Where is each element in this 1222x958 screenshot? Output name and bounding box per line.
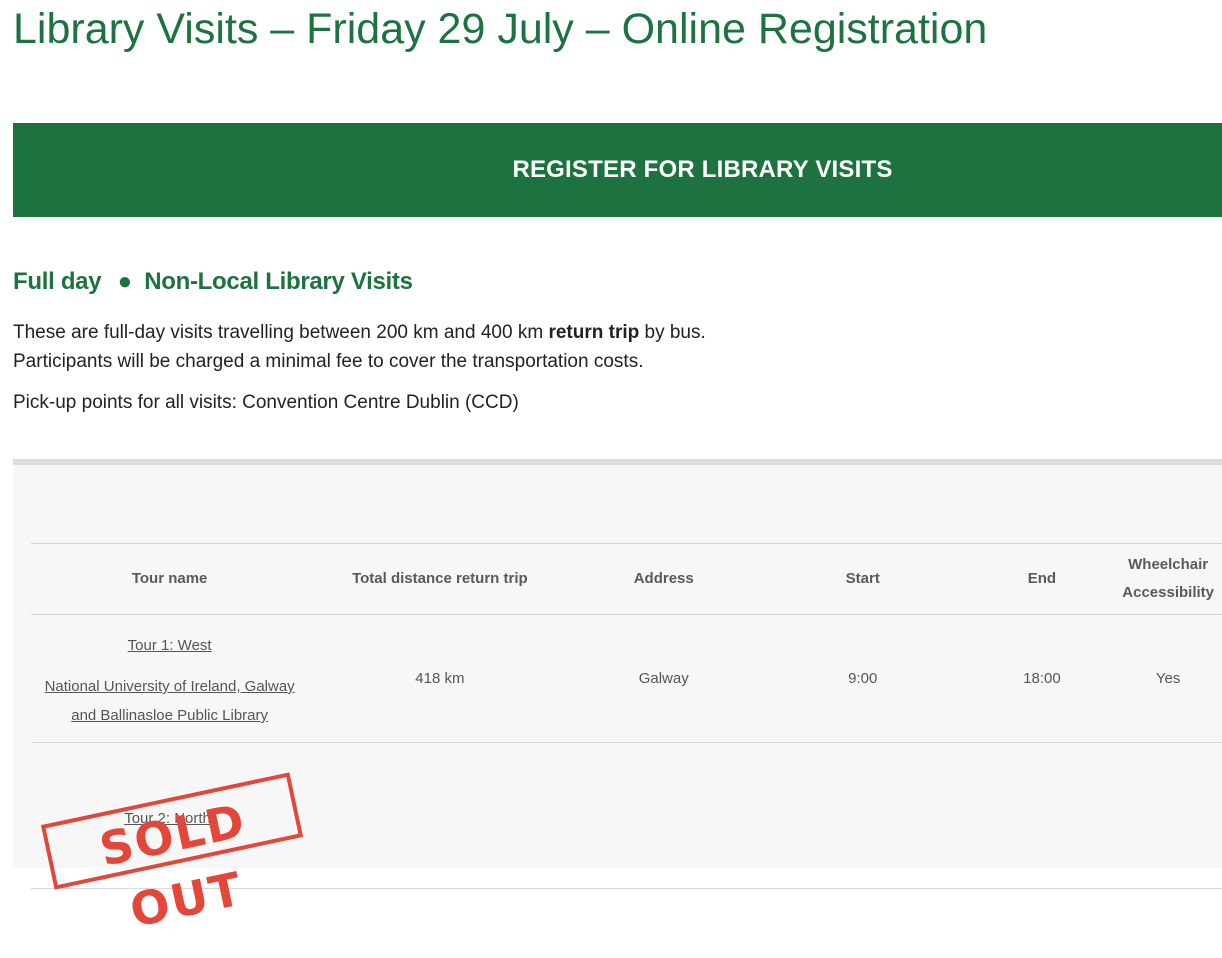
tour-name-cell: Tour 2: North: SOLD OUT	[31, 742, 309, 938]
address-cell: Galway	[571, 614, 756, 743]
intro-text-end: by bus.	[639, 322, 706, 343]
header-tour-name: Tour name	[31, 543, 309, 615]
wheelchair-cell: Yes	[1114, 614, 1222, 743]
table-row: Tour 1: West National University of Irel…	[31, 614, 1222, 743]
header-distance: Total distance return trip	[308, 543, 572, 615]
header-wheelchair-line2: Accessibility	[1122, 584, 1214, 601]
end-cell: 18:00	[969, 614, 1115, 743]
end-cell	[969, 742, 1115, 889]
pickup-info: Pick-up points for all visits: Conventio…	[13, 392, 519, 413]
tour-1-description-link-line1[interactable]: National University of Ireland, Galway	[45, 678, 295, 695]
section-heading-part1: Full day	[13, 268, 102, 295]
distance-cell	[308, 742, 572, 889]
bullet-separator: ●	[117, 268, 133, 295]
intro-text-start: These are full-day visits travelling bet…	[13, 322, 549, 343]
tour-1-description-link-line2[interactable]: and Ballinasloe Public Library	[71, 707, 268, 724]
register-button-label: REGISTER FOR LIBRARY VISITS	[512, 156, 893, 183]
table-header-row: Tour name Total distance return trip Add…	[31, 543, 1222, 615]
page-title: Library Visits – Friday 29 July – Online…	[13, 5, 988, 53]
tours-table-panel: Tour name Total distance return trip Add…	[13, 459, 1222, 938]
header-wheelchair-line1: Wheelchair	[1128, 556, 1209, 573]
sold-out-stamp: SOLD OUT	[40, 772, 304, 938]
header-address: Address	[571, 543, 756, 615]
distance-cell: 418 km	[308, 614, 572, 743]
register-library-visits-button[interactable]: REGISTER FOR LIBRARY VISITS	[13, 123, 1222, 217]
intro-text-bold: return trip	[548, 322, 640, 343]
address-cell	[571, 742, 756, 889]
header-start: Start	[755, 543, 970, 615]
tour-1-link[interactable]: Tour 1: West	[39, 631, 300, 660]
wheelchair-cell	[1114, 742, 1222, 889]
table-row: Tour 2: North: SOLD OUT	[31, 742, 1222, 938]
tours-table: Tour name Total distance return trip Add…	[31, 543, 1222, 938]
section-heading-part2: Non-Local Library Visits	[144, 268, 413, 295]
intro-paragraph: These are full-day visits travelling bet…	[13, 318, 706, 376]
header-end: End	[969, 543, 1115, 615]
start-cell	[755, 742, 970, 889]
header-wheelchair: Wheelchair Accessibility	[1114, 543, 1222, 615]
tour-name-cell: Tour 1: West National University of Irel…	[31, 614, 309, 743]
start-cell: 9:00	[755, 614, 970, 743]
intro-text-line2: Participants will be charged a minimal f…	[13, 351, 644, 372]
section-heading: Full day ● Non-Local Library Visits	[13, 266, 413, 298]
